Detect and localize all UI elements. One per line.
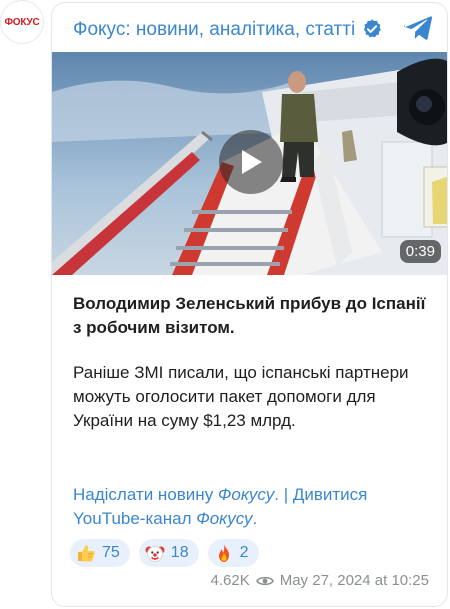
fire-icon — [214, 543, 234, 563]
telegram-icon[interactable] — [403, 14, 433, 42]
message-header: Фокус: новини, аналітика, статті — [52, 3, 447, 51]
reaction-count: 75 — [102, 544, 120, 561]
reaction-count: 2 — [239, 544, 249, 561]
channel-title[interactable]: Фокус: новини, аналітика, статті — [73, 19, 355, 41]
message-date[interactable]: May 27, 2024 at 10:25 — [280, 572, 429, 589]
channel-avatar[interactable]: ФОКУС — [0, 0, 44, 44]
youtube-link-suffix: . — [252, 509, 258, 528]
send-news-link-text: Надіслати новину — [73, 485, 218, 504]
message-card: Фокус: новини, аналітика, статті 0:39 Во… — [51, 2, 448, 607]
post-text: Володимир Зеленський прибув до Іспанії з… — [73, 292, 433, 433]
avatar-logo-text: ФОКУС — [4, 16, 40, 28]
send-news-link-em: Фокусу — [217, 485, 275, 504]
video-duration: 0:39 — [399, 240, 441, 263]
reaction-clown[interactable]: 18 — [138, 539, 199, 567]
post-headline: Володимир Зеленський прибув до Іспанії з… — [73, 294, 426, 337]
message-meta: 4.62K May 27, 2024 at 10:25 — [211, 572, 429, 589]
reaction-thumbs-up[interactable]: 75 — [70, 539, 130, 567]
reaction-count: 18 — [170, 544, 189, 561]
verified-icon — [363, 19, 381, 38]
send-news-link[interactable]: Надіслати новину Фокусу. — [73, 485, 279, 504]
link-separator: | — [278, 485, 293, 504]
post-links: Надіслати новину Фокусу. | Дивитися YouT… — [73, 483, 433, 531]
video-player[interactable]: 0:39 — [52, 52, 447, 275]
eye-icon — [255, 576, 274, 585]
youtube-link-em: Фокусу — [196, 509, 253, 528]
post-body: Раніше ЗМІ писали, що іспанські партнери… — [73, 363, 409, 430]
reaction-fire[interactable]: 2 — [207, 539, 259, 567]
reactions-bar: 75 18 2 — [70, 539, 259, 567]
play-icon — [242, 150, 262, 174]
play-button[interactable] — [219, 130, 283, 194]
view-count: 4.62K — [210, 572, 250, 589]
clown-face-icon — [145, 543, 165, 563]
thumbs-up-icon — [76, 543, 96, 563]
